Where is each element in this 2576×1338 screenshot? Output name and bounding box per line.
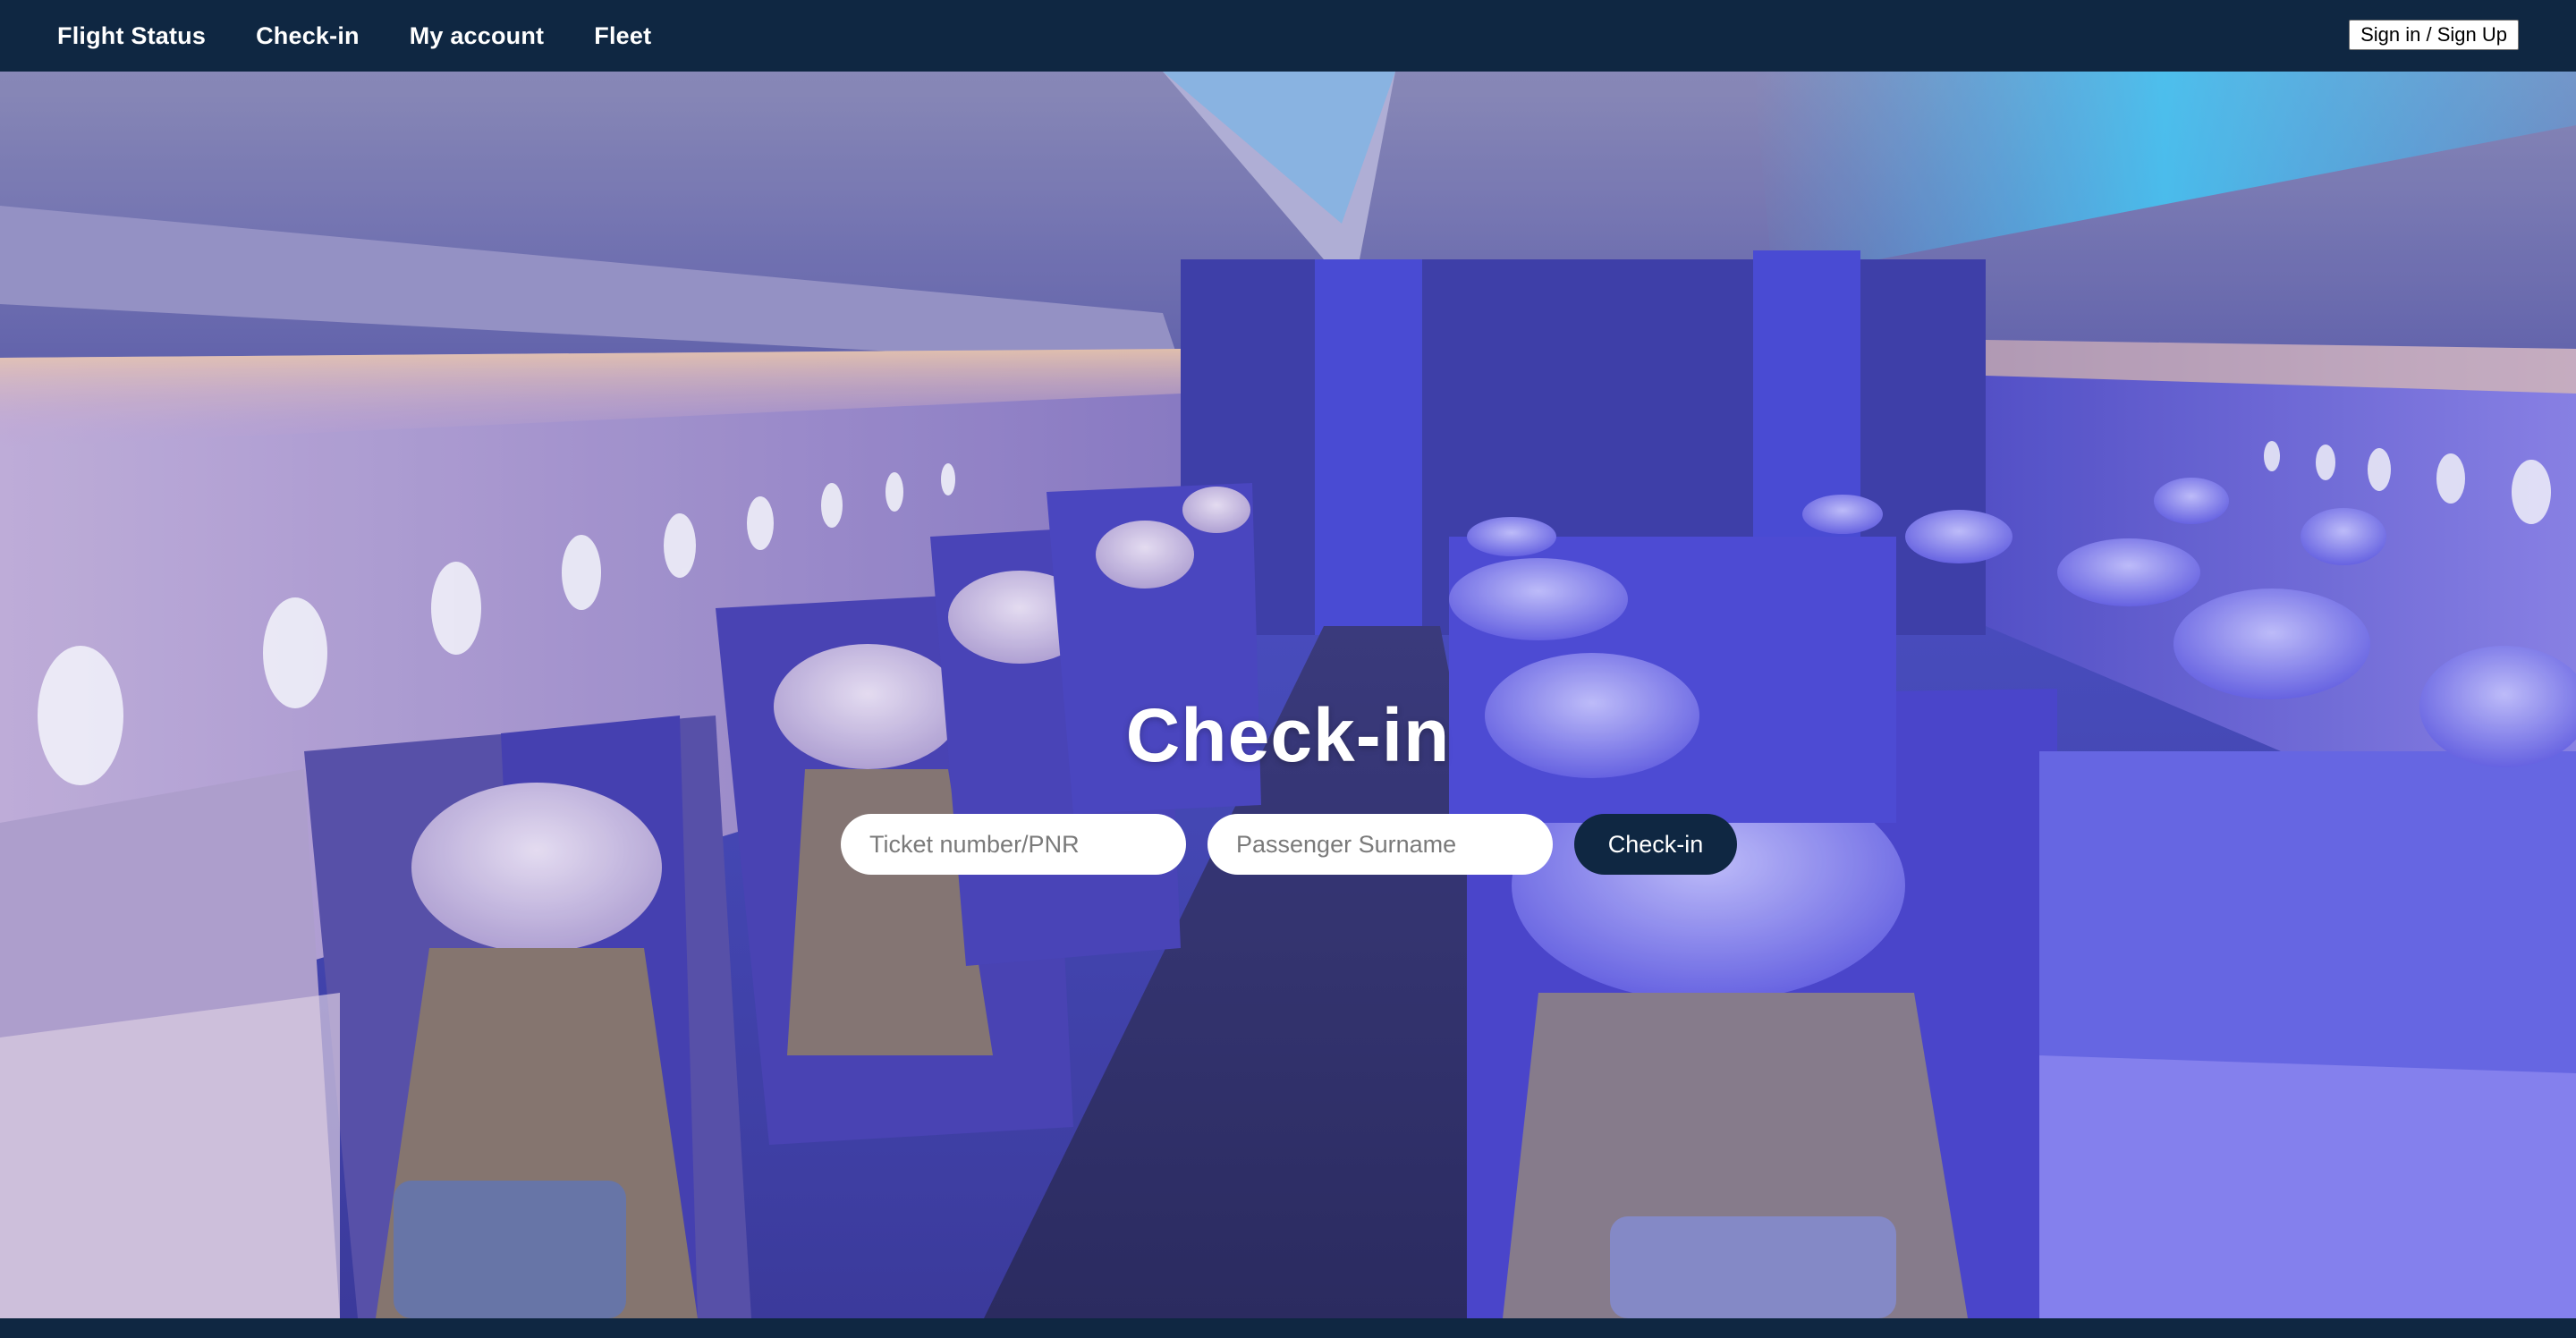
checkin-submit-button[interactable]: Check-in bbox=[1574, 814, 1737, 875]
nav-link-flight-status[interactable]: Flight Status bbox=[57, 22, 206, 50]
hero-cabin-image: Check-in Check-in bbox=[0, 72, 2576, 1318]
signin-signup-button[interactable]: Sign in / Sign Up bbox=[2349, 20, 2519, 50]
passenger-surname-input[interactable] bbox=[1208, 814, 1553, 875]
nav-link-check-in[interactable]: Check-in bbox=[256, 22, 360, 50]
nav-link-fleet[interactable]: Fleet bbox=[594, 22, 651, 50]
footer-bar bbox=[0, 1318, 2576, 1338]
checkin-panel: Check-in Check-in bbox=[0, 693, 2576, 875]
ticket-number-input[interactable] bbox=[841, 814, 1186, 875]
checkin-title: Check-in bbox=[1125, 693, 1451, 777]
top-navbar: Flight Status Check-in My account Fleet … bbox=[0, 0, 2576, 72]
nav-link-my-account[interactable]: My account bbox=[410, 22, 545, 50]
checkin-form: Check-in bbox=[841, 814, 1737, 875]
nav-links: Flight Status Check-in My account Fleet bbox=[57, 22, 651, 50]
